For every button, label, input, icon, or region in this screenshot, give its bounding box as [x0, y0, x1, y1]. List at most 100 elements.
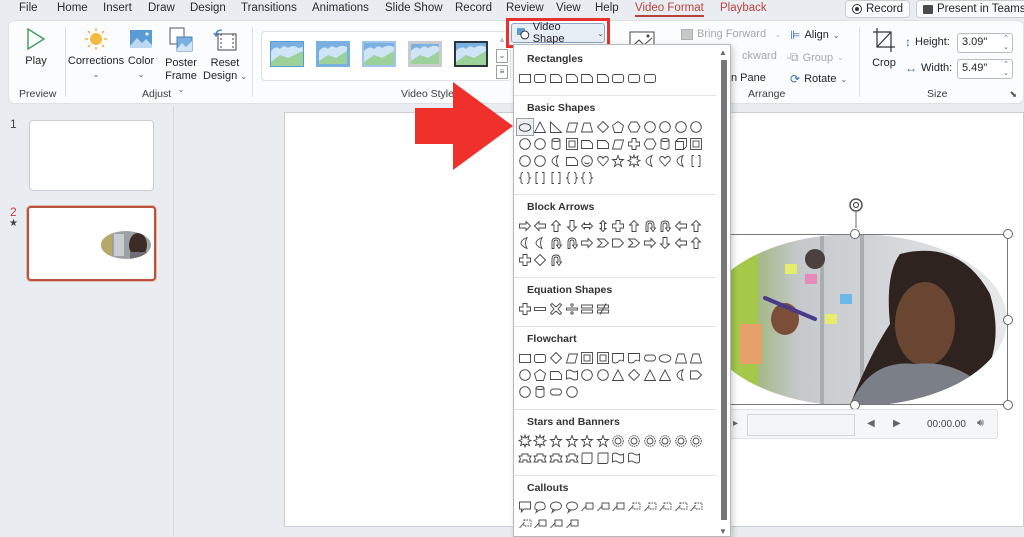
- scroll-thumb[interactable]: [721, 60, 727, 520]
- shape-option[interactable]: [564, 384, 580, 400]
- shape-option[interactable]: [579, 350, 595, 366]
- shape-option[interactable]: [533, 433, 549, 449]
- shape-option[interactable]: [564, 499, 580, 515]
- shape-option[interactable]: [657, 367, 673, 383]
- height-spinner[interactable]: ⌃ ⌄: [1003, 34, 1009, 52]
- tab-review[interactable]: Review: [506, 2, 544, 14]
- shape-option[interactable]: [548, 170, 564, 186]
- shape-option[interactable]: [642, 119, 658, 135]
- shape-option[interactable]: [533, 235, 549, 251]
- shape-option[interactable]: [564, 119, 580, 135]
- shape-option[interactable]: [611, 218, 627, 234]
- shape-option[interactable]: [533, 136, 549, 152]
- shape-option[interactable]: [657, 433, 673, 449]
- send-backward-button[interactable]: ckward ⌄: [742, 50, 792, 62]
- shape-option[interactable]: [517, 450, 533, 466]
- tab-record[interactable]: Record: [455, 2, 492, 14]
- shape-option[interactable]: [689, 367, 705, 383]
- shape-option[interactable]: [595, 136, 611, 152]
- shape-option[interactable]: [517, 235, 533, 251]
- shape-option[interactable]: [517, 218, 533, 234]
- tab-insert[interactable]: Insert: [103, 2, 132, 14]
- shape-option[interactable]: [564, 367, 580, 383]
- shape-option[interactable]: [533, 384, 549, 400]
- shape-option[interactable]: [517, 252, 533, 268]
- dropdown-scrollbar[interactable]: ▲ ▼: [716, 45, 730, 536]
- shape-option[interactable]: [579, 235, 595, 251]
- size-dialog-launcher-icon[interactable]: ⬊: [1009, 89, 1017, 100]
- shape-option[interactable]: [533, 70, 549, 86]
- color-button[interactable]: Color ⌄: [125, 27, 157, 81]
- shape-option[interactable]: [673, 235, 689, 251]
- shape-option[interactable]: [673, 499, 689, 515]
- shape-option[interactable]: [579, 433, 595, 449]
- shape-option[interactable]: [657, 136, 673, 152]
- shape-option[interactable]: [579, 301, 595, 317]
- shape-option[interactable]: [579, 218, 595, 234]
- shape-option[interactable]: [626, 70, 642, 86]
- shape-option[interactable]: [642, 153, 658, 169]
- shape-option[interactable]: [642, 70, 658, 86]
- shape-option[interactable]: [517, 170, 533, 186]
- shape-option[interactable]: [517, 516, 533, 532]
- resize-handle-top[interactable]: [850, 229, 860, 239]
- shape-option[interactable]: [673, 119, 689, 135]
- shape-option[interactable]: [642, 136, 658, 152]
- shape-option[interactable]: [548, 153, 564, 169]
- shape-option[interactable]: [673, 433, 689, 449]
- shape-option[interactable]: [548, 70, 564, 86]
- shape-option[interactable]: [579, 450, 595, 466]
- shape-option[interactable]: [626, 235, 642, 251]
- shape-option[interactable]: [533, 516, 549, 532]
- shape-option[interactable]: [595, 450, 611, 466]
- rotate-button[interactable]: ⟳ Rotate ⌄: [790, 72, 847, 86]
- shape-option[interactable]: [657, 350, 673, 366]
- shape-option[interactable]: [548, 252, 564, 268]
- tab-animations[interactable]: Animations: [312, 2, 369, 14]
- shape-option[interactable]: [689, 153, 705, 169]
- shape-option[interactable]: [626, 153, 642, 169]
- shape-option[interactable]: [689, 433, 705, 449]
- shape-option[interactable]: [611, 450, 627, 466]
- bring-forward-button[interactable]: Bring Forward ⌄: [681, 28, 781, 40]
- shape-option[interactable]: [689, 499, 705, 515]
- shape-option[interactable]: [579, 136, 595, 152]
- resize-handle-bottom-right[interactable]: [1003, 400, 1013, 410]
- shape-option[interactable]: [533, 170, 549, 186]
- tab-playback[interactable]: Playback: [720, 2, 767, 14]
- shape-option[interactable]: [548, 367, 564, 383]
- shape-option[interactable]: [611, 235, 627, 251]
- shape-option[interactable]: [548, 119, 564, 135]
- shape-option[interactable]: [564, 235, 580, 251]
- shape-option[interactable]: [517, 136, 533, 152]
- gallery-scroll-down[interactable]: ⌄: [496, 49, 508, 63]
- shape-option[interactable]: [595, 350, 611, 366]
- shape-option[interactable]: [564, 450, 580, 466]
- shape-option[interactable]: [611, 499, 627, 515]
- shape-option[interactable]: [533, 153, 549, 169]
- shape-option[interactable]: [579, 70, 595, 86]
- tab-design[interactable]: Design: [190, 2, 226, 14]
- shape-option[interactable]: [626, 136, 642, 152]
- shape-oval[interactable]: [516, 118, 534, 136]
- scroll-down-arrow[interactable]: ▼: [719, 527, 727, 536]
- shape-option[interactable]: [611, 367, 627, 383]
- video-style-2[interactable]: [316, 41, 350, 67]
- resize-handle-top-right[interactable]: [1003, 229, 1013, 239]
- shape-option[interactable]: [595, 433, 611, 449]
- shape-option[interactable]: [595, 367, 611, 383]
- shape-option[interactable]: [673, 218, 689, 234]
- shape-option[interactable]: [517, 70, 533, 86]
- shape-option[interactable]: [533, 301, 549, 317]
- play-pause-button[interactable]: ▸: [733, 418, 738, 429]
- shape-option[interactable]: [533, 252, 549, 268]
- corrections-button[interactable]: Corrections ⌄: [67, 27, 125, 81]
- width-spinner[interactable]: ⌃ ⌄: [1003, 60, 1009, 78]
- shape-option[interactable]: [517, 350, 533, 366]
- video-object[interactable]: [730, 229, 1013, 410]
- shape-option[interactable]: [689, 350, 705, 366]
- shape-option[interactable]: [564, 218, 580, 234]
- shape-option[interactable]: [626, 499, 642, 515]
- shape-option[interactable]: [611, 433, 627, 449]
- shape-option[interactable]: [564, 301, 580, 317]
